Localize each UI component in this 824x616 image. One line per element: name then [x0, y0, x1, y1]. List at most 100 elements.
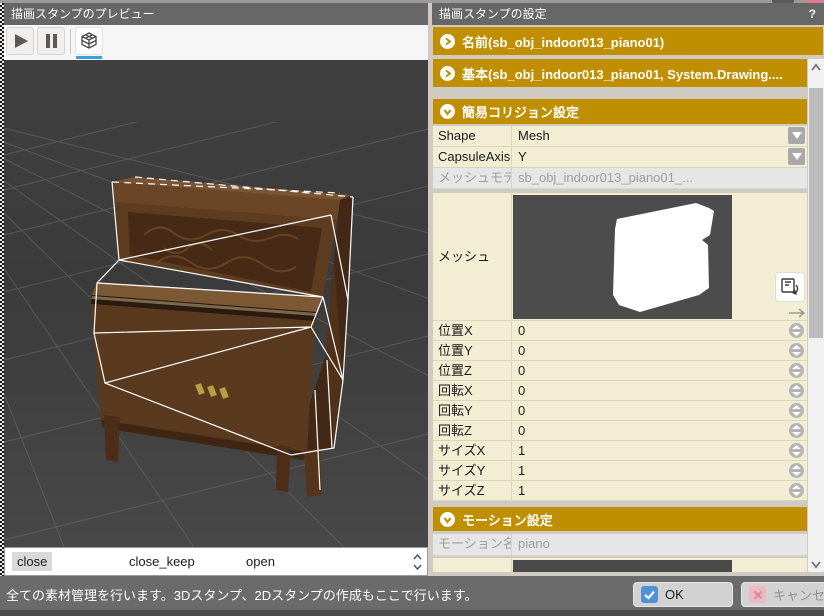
animation-list: close close_keep open	[4, 547, 428, 576]
expand-right-icon	[440, 66, 455, 81]
row-rotation-y: 回転Y 0	[433, 401, 807, 421]
row-size-z: サイズZ 1	[433, 481, 807, 501]
spinner-arrows-icon	[792, 445, 801, 456]
dropdown-arrow-icon	[792, 132, 802, 139]
property-value-field[interactable]: 0	[512, 401, 807, 420]
row-motion-preview-value	[512, 558, 807, 572]
motion-preview[interactable]	[513, 560, 732, 572]
expand-right-icon	[440, 34, 455, 49]
property-value-field[interactable]: 0	[512, 421, 807, 440]
wireframe-toggle-button[interactable]	[75, 27, 103, 55]
anim-list-spinner[interactable]	[412, 552, 423, 575]
mesh-import-button[interactable]	[775, 272, 805, 302]
property-label: 位置Y	[433, 341, 512, 360]
collapse-down-icon	[440, 104, 455, 119]
property-label: 回転X	[433, 381, 512, 400]
row-motion-name-value: piano	[512, 534, 807, 555]
preview-panel-title: 描画スタンプのプレビュー	[11, 7, 155, 21]
spinner-arrows-icon	[792, 405, 801, 416]
row-capsule-axis: CapsuleAxis Y	[433, 147, 807, 168]
spinner-arrows-icon	[792, 325, 801, 336]
property-value-field[interactable]: 1	[512, 441, 807, 460]
settings-panel-title: 描画スタンプの設定	[439, 7, 547, 21]
anim-item-open[interactable]: open	[239, 554, 356, 569]
property-value-field[interactable]: 1	[512, 461, 807, 480]
row-mesh-value	[512, 193, 807, 320]
property-value-field[interactable]: 0	[512, 341, 807, 360]
section-header-collision[interactable]: 簡易コリジョン設定	[433, 99, 807, 124]
ok-button[interactable]: OK	[633, 582, 733, 607]
section-header-motion[interactable]: モーション設定	[433, 507, 807, 531]
section-header-name[interactable]: 名前(sb_obj_indoor013_piano01)	[433, 27, 823, 55]
spinner-control[interactable]	[789, 363, 804, 378]
preview-panel-titlebar[interactable]: 描画スタンプのプレビュー	[4, 3, 428, 25]
mesh-next-arrow[interactable]	[789, 304, 807, 320]
scrollbar-thumb[interactable]	[809, 88, 823, 338]
spinner-control[interactable]	[789, 383, 804, 398]
scroll-up-button[interactable]	[808, 59, 824, 75]
viewport-canvas	[4, 60, 428, 547]
property-value-field[interactable]: 1	[512, 481, 807, 500]
row-shape-value[interactable]: Mesh	[512, 126, 807, 146]
property-label: 回転Z	[433, 421, 512, 440]
toolbar-separator	[70, 29, 71, 54]
row-mesh-model-label: メッシュモデル名	[433, 168, 512, 188]
settings-scrollbar[interactable]	[808, 59, 824, 572]
anim-item-close-keep[interactable]: close_keep	[122, 554, 239, 569]
row-capsule-axis-value[interactable]: Y	[512, 147, 807, 167]
wireframe-cube-icon	[79, 31, 99, 51]
row-position-z: 位置Z 0	[433, 361, 807, 381]
property-label: サイズX	[433, 441, 512, 460]
row-shape: Shape Mesh	[433, 126, 807, 147]
scroll-down-button[interactable]	[808, 556, 824, 572]
play-button[interactable]	[6, 27, 34, 55]
row-rotation-z: 回転Z 0	[433, 421, 807, 441]
spinner-control[interactable]	[789, 463, 804, 478]
capsule-axis-dropdown-button[interactable]	[788, 148, 805, 165]
dropdown-arrow-icon	[792, 153, 802, 160]
collapse-down-icon	[440, 512, 455, 527]
row-mesh-label: メッシュ	[433, 193, 512, 320]
up-down-chevrons-icon	[412, 552, 423, 572]
section-header-basic[interactable]: 基本(sb_obj_indoor013_piano01, System.Draw…	[433, 59, 807, 87]
spinner-control[interactable]	[789, 483, 804, 498]
row-position-y: 位置Y 0	[433, 341, 807, 361]
property-value-field[interactable]: 0	[512, 321, 807, 340]
settings-panel-titlebar[interactable]: 描画スタンプの設定 ?	[432, 3, 824, 25]
property-value-field[interactable]: 0	[512, 381, 807, 400]
property-value-field[interactable]: 0	[512, 361, 807, 380]
cancel-button[interactable]: キャンセル	[741, 582, 824, 607]
property-label: 位置X	[433, 321, 512, 340]
status-text: 全ての素材管理を行います。3Dスタンプ、2Dスタンプの作成もここで行います。	[6, 585, 477, 604]
app-window: 描画スタンプのプレビュー	[0, 0, 824, 616]
help-button[interactable]: ?	[809, 3, 816, 25]
status-bar: 全ての素材管理を行います。3Dスタンプ、2Dスタンプの作成もここで行います。 O…	[0, 576, 824, 610]
shape-dropdown-button[interactable]	[788, 127, 805, 144]
window-bottom-edge	[0, 610, 824, 616]
settings-scroll-area: 基本(sb_obj_indoor013_piano01, System.Draw…	[433, 59, 807, 572]
spinner-control[interactable]	[789, 443, 804, 458]
anim-item-close[interactable]: close	[5, 554, 122, 569]
row-motion-preview	[433, 558, 807, 572]
spinner-control[interactable]	[789, 323, 804, 338]
spinner-arrows-icon	[792, 385, 801, 396]
pause-icon	[40, 30, 62, 52]
mesh-silhouette	[513, 195, 732, 319]
chevron-up-icon	[810, 63, 822, 72]
row-mesh: メッシュ	[433, 193, 807, 321]
property-label: 回転Y	[433, 401, 512, 420]
row-position-x: 位置X 0	[433, 321, 807, 341]
row-mesh-model-value: sb_obj_indoor013_piano01_...	[512, 168, 807, 188]
pause-button[interactable]	[37, 27, 65, 55]
viewport-3d[interactable]	[4, 60, 428, 547]
mesh-preview[interactable]	[513, 195, 732, 319]
spinner-control[interactable]	[789, 423, 804, 438]
spinner-control[interactable]	[789, 343, 804, 358]
property-label: サイズY	[433, 461, 512, 480]
spinner-control[interactable]	[789, 403, 804, 418]
chevron-down-icon	[810, 560, 822, 569]
property-label: 位置Z	[433, 361, 512, 380]
row-size-x: サイズX 1	[433, 441, 807, 461]
row-motion-name-label: モーション名	[433, 534, 512, 555]
x-icon	[749, 586, 766, 603]
